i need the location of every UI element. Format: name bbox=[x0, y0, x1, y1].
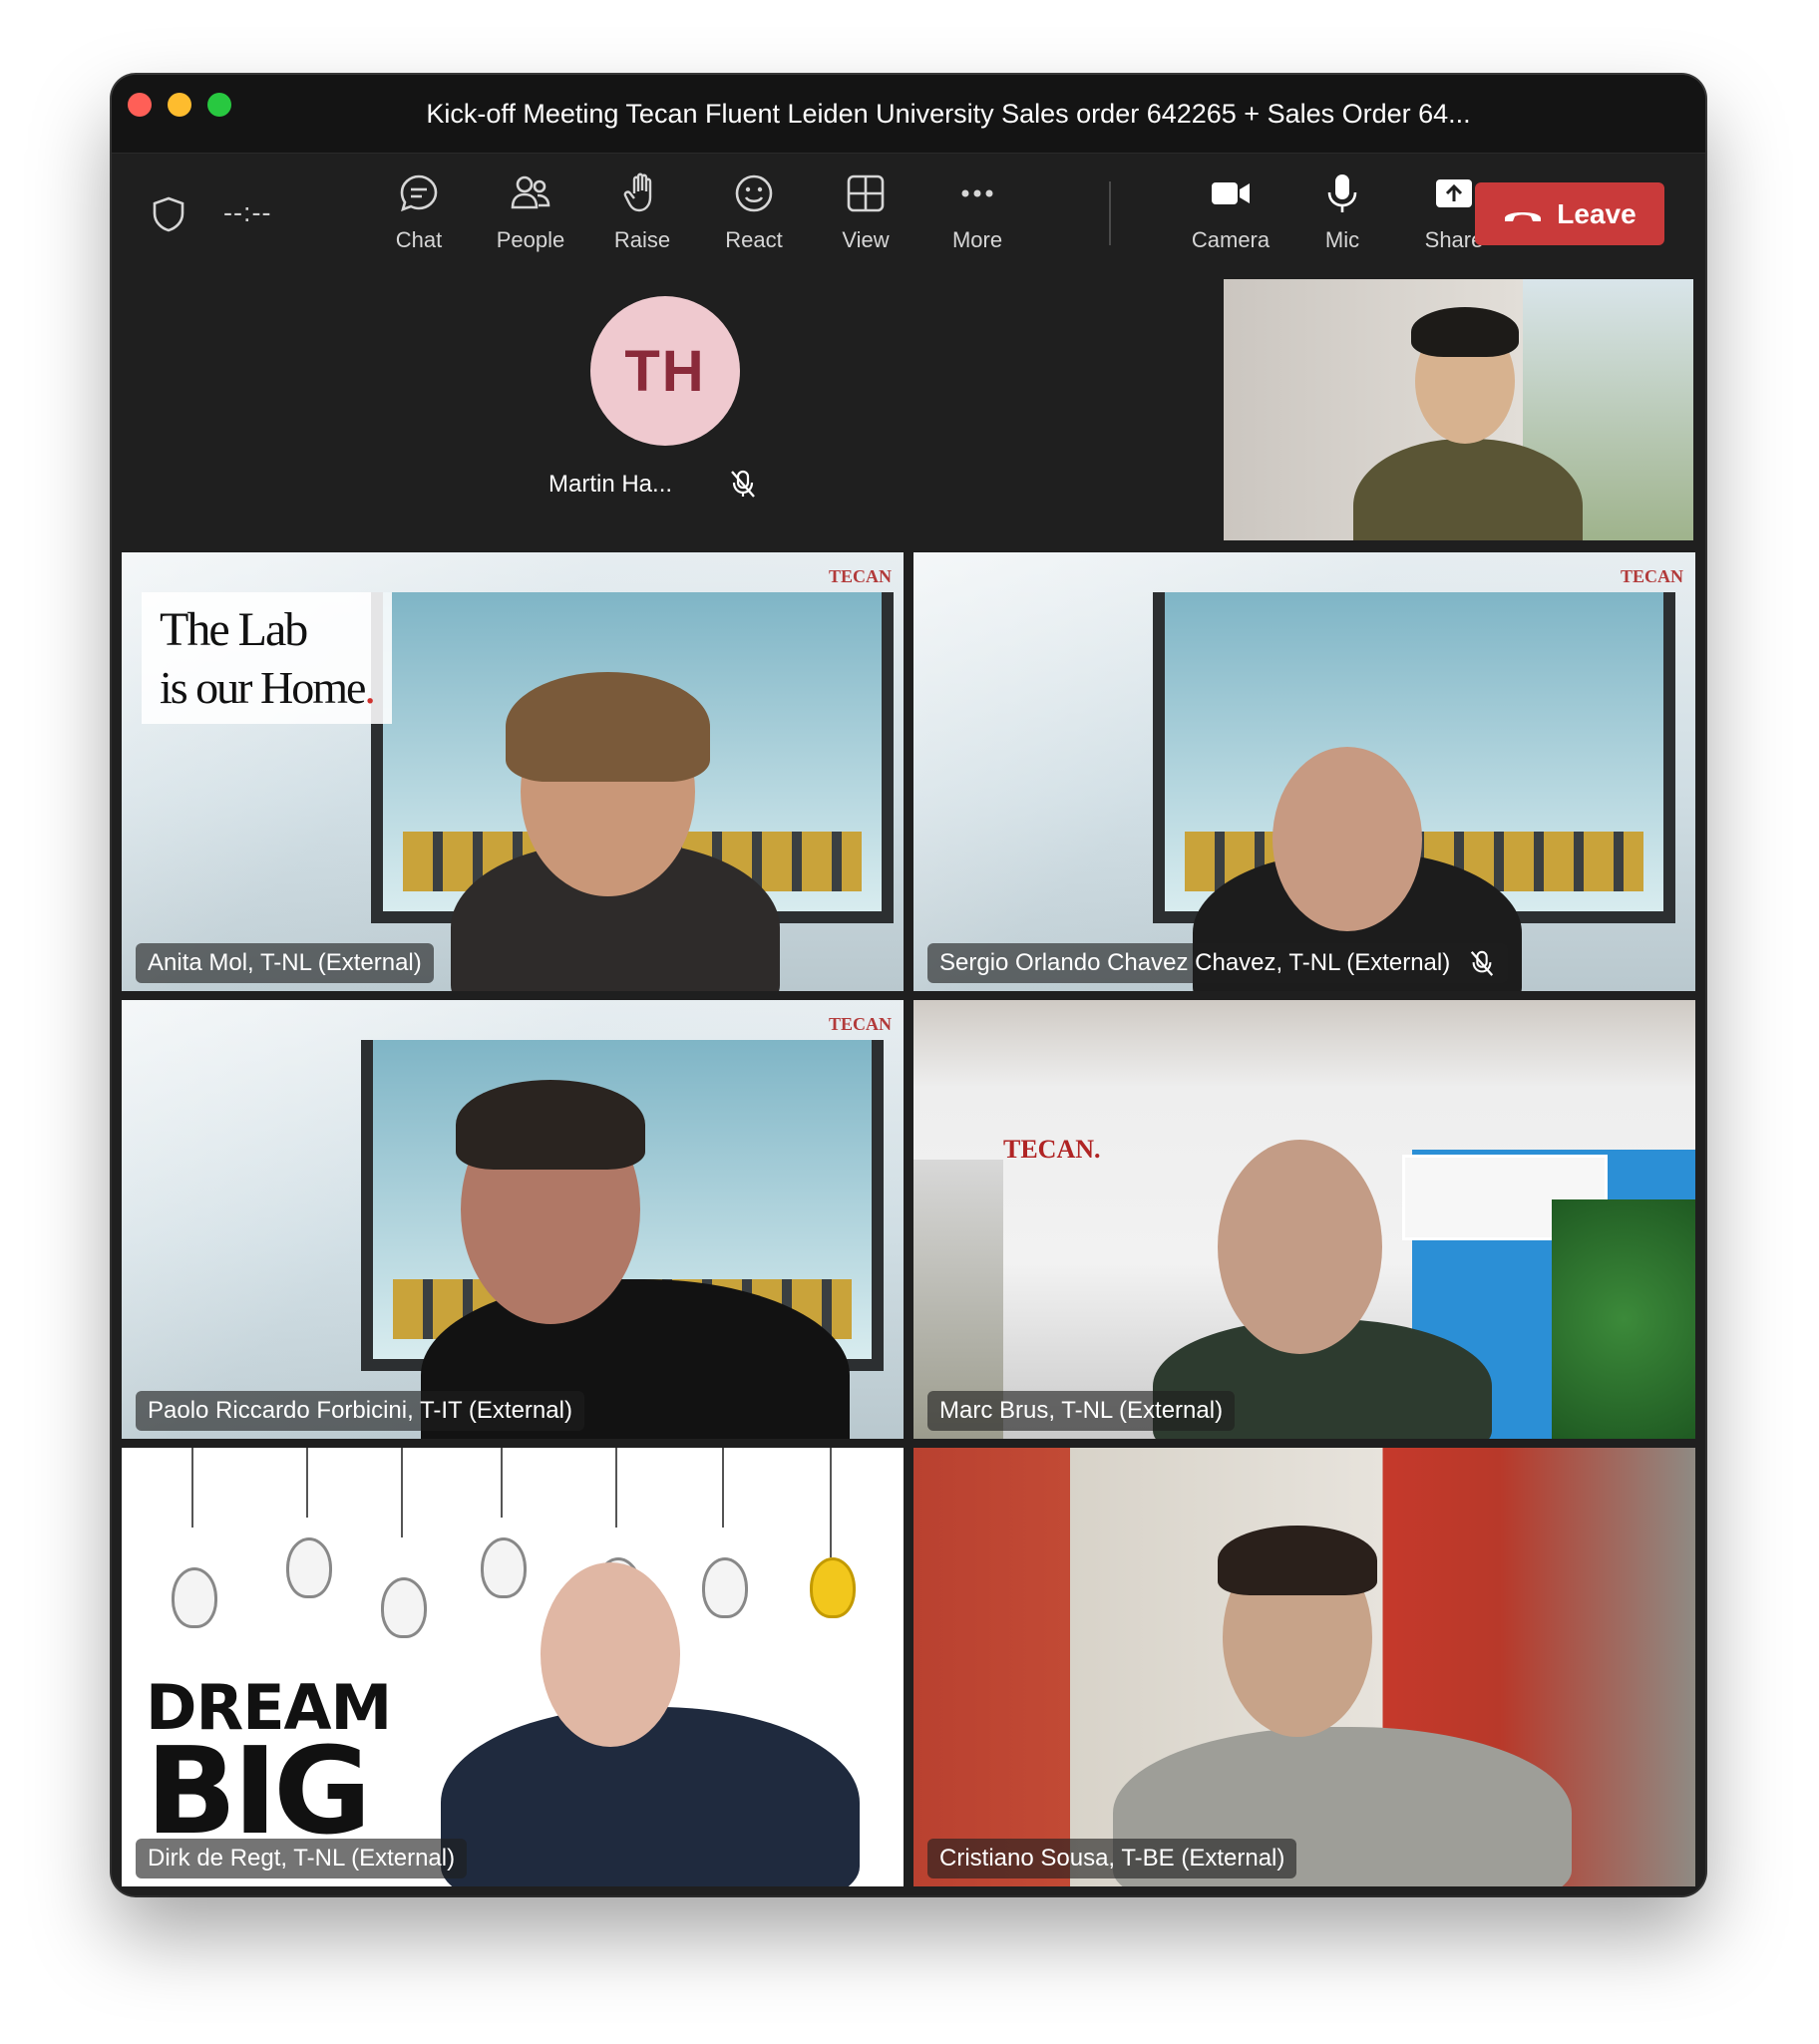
light-bulb-icon bbox=[810, 1557, 856, 1618]
plant bbox=[1552, 1199, 1695, 1439]
person-head bbox=[1273, 747, 1422, 931]
tecan-logo: TECAN bbox=[828, 566, 892, 586]
leave-label: Leave bbox=[1557, 197, 1637, 229]
minimize-window-button[interactable] bbox=[168, 93, 191, 117]
bulb-cord bbox=[401, 1448, 403, 1537]
participant-name: Marc Brus, T-NL (External) bbox=[939, 1397, 1224, 1424]
self-view-video[interactable] bbox=[1224, 279, 1693, 540]
people-icon bbox=[511, 175, 550, 209]
participant-name: Martin Ha... bbox=[548, 471, 673, 498]
mic-muted-icon bbox=[731, 470, 755, 498]
person-head bbox=[541, 1562, 680, 1747]
participant-name-chip: Sergio Orlando Chavez Chavez, T-NL (Exte… bbox=[927, 943, 1509, 983]
share-icon bbox=[1436, 179, 1472, 207]
mic-label: Mic bbox=[1324, 227, 1360, 252]
person-body bbox=[441, 1707, 860, 1886]
bulb-cord bbox=[306, 1448, 308, 1518]
view-label: View bbox=[842, 227, 890, 252]
participant-name: Dirk de Regt, T-NL (External) bbox=[148, 1845, 456, 1872]
camera-button[interactable]: Camera bbox=[1175, 171, 1286, 261]
participant-name-chip: Dirk de Regt, T-NL (External) bbox=[136, 1839, 468, 1878]
bulb-cord bbox=[615, 1448, 617, 1528]
participant-name-chip: Cristiano Sousa, T-BE (External) bbox=[927, 1839, 1297, 1878]
phone-hangup-icon bbox=[1505, 211, 1542, 221]
meeting-window: Kick-off Meeting Tecan Fluent Leiden Uni… bbox=[112, 75, 1705, 1895]
participant-tile[interactable]: TECAN Paolo Riccardo Forbicini, T-IT (Ex… bbox=[122, 1000, 904, 1439]
raise-hand-icon bbox=[623, 172, 652, 212]
chat-label: Chat bbox=[395, 227, 443, 252]
bulb-cord bbox=[722, 1448, 724, 1528]
participant-tile[interactable]: Cristiano Sousa, T-BE (External) bbox=[913, 1448, 1695, 1886]
slogan-line-2: is our Home. bbox=[160, 662, 376, 713]
smiley-icon bbox=[735, 174, 773, 212]
light-bulb-icon bbox=[381, 1577, 427, 1638]
person-hair bbox=[1411, 307, 1519, 357]
mic-icon bbox=[1327, 174, 1357, 212]
title-bar: Kick-off Meeting Tecan Fluent Leiden Uni… bbox=[112, 75, 1705, 154]
chat-button[interactable]: Chat bbox=[363, 171, 475, 261]
react-label: React bbox=[725, 227, 783, 252]
light-bulb-icon bbox=[286, 1537, 332, 1598]
participant-tile[interactable]: TECAN. Marc Brus, T-NL (External) bbox=[913, 1000, 1695, 1439]
participant-name-chip: Paolo Riccardo Forbicini, T-IT (External… bbox=[136, 1391, 584, 1431]
raise-hand-button[interactable]: Raise bbox=[586, 171, 698, 261]
dream-big-text: DREAM BIG bbox=[146, 1671, 392, 1862]
background-slogan: The Lab is our Home. bbox=[142, 592, 392, 724]
people-label: People bbox=[496, 227, 565, 252]
shield-icon[interactable] bbox=[152, 196, 185, 232]
participant-name-chip: Anita Mol, T-NL (External) bbox=[136, 943, 434, 983]
participant-name: Cristiano Sousa, T-BE (External) bbox=[939, 1845, 1285, 1872]
meeting-timer: --:-- bbox=[223, 197, 272, 227]
window-title: Kick-off Meeting Tecan Fluent Leiden Uni… bbox=[426, 99, 1471, 129]
camera-label: Camera bbox=[1191, 227, 1271, 252]
person-hair bbox=[506, 672, 710, 782]
participant-name: Sergio Orlando Chavez Chavez, T-NL (Exte… bbox=[939, 949, 1451, 976]
more-label: More bbox=[951, 227, 1003, 252]
camera-icon bbox=[1212, 182, 1250, 204]
bulb-cord bbox=[501, 1448, 503, 1518]
raise-label: Raise bbox=[613, 227, 671, 252]
zoom-window-button[interactable] bbox=[207, 93, 231, 117]
person-hair bbox=[456, 1080, 645, 1170]
people-button[interactable]: People bbox=[475, 171, 586, 261]
slogan-line-1: The Lab bbox=[160, 603, 308, 656]
light-bulb-icon bbox=[481, 1537, 527, 1598]
mic-muted-icon bbox=[1471, 950, 1494, 976]
react-button[interactable]: React bbox=[698, 171, 810, 261]
tecan-logo: TECAN bbox=[828, 1014, 892, 1034]
chat-icon bbox=[400, 174, 438, 212]
tecan-logo: TECAN bbox=[1620, 566, 1683, 586]
participant-name-chip: Marc Brus, T-NL (External) bbox=[927, 1391, 1236, 1431]
bulb-cord bbox=[191, 1448, 193, 1528]
participant-tile-avatar[interactable]: TH Martin Ha... bbox=[112, 271, 1336, 540]
avatar: TH bbox=[590, 296, 740, 446]
close-window-button[interactable] bbox=[128, 93, 152, 117]
toolbar-divider bbox=[1109, 181, 1111, 245]
more-icon bbox=[961, 189, 993, 197]
person-head bbox=[1218, 1140, 1382, 1354]
view-button[interactable]: View bbox=[810, 171, 921, 261]
bulb-cord bbox=[830, 1448, 832, 1557]
tecan-sign: TECAN. bbox=[1003, 1135, 1101, 1164]
participant-tile[interactable]: TECAN The Lab is our Home. Anita Mol, T-… bbox=[122, 552, 904, 991]
leave-button[interactable]: Leave bbox=[1475, 182, 1664, 245]
meeting-toolbar: --:-- Chat People Raise React View More bbox=[112, 154, 1705, 271]
mic-button[interactable]: Mic bbox=[1286, 171, 1398, 261]
participant-tile[interactable]: DREAM BIG Dirk de Regt, T-NL (External) bbox=[122, 1448, 904, 1886]
more-button[interactable]: More bbox=[921, 171, 1033, 261]
participant-name: Paolo Riccardo Forbicini, T-IT (External… bbox=[148, 1397, 572, 1424]
participant-name: Anita Mol, T-NL (External) bbox=[148, 949, 422, 976]
participant-tile[interactable]: TECAN Sergio Orlando Chavez Chavez, T-NL… bbox=[913, 552, 1695, 991]
light-bulb-icon bbox=[172, 1567, 217, 1628]
grid-view-icon bbox=[847, 174, 885, 212]
video-stage: TH Martin Ha... TECAN The Lab is our Hom… bbox=[112, 271, 1705, 1895]
light-bulb-icon bbox=[702, 1557, 748, 1618]
person-hair bbox=[1218, 1526, 1377, 1595]
